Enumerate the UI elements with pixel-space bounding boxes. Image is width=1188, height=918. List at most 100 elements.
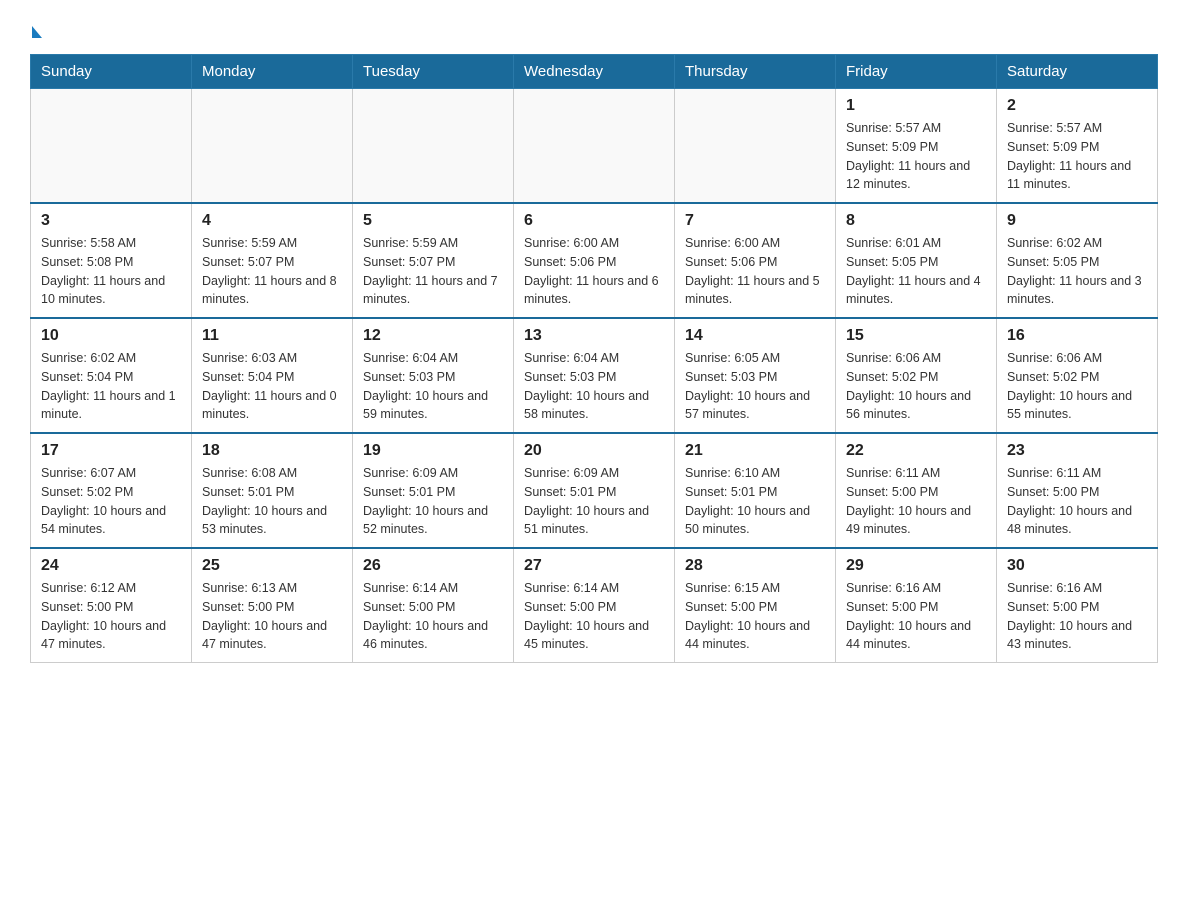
day-number: 17 xyxy=(41,442,181,460)
calendar-cell-week2-day0: 10 Sunrise: 6:02 AMSunset: 5:04 PMDayligh… xyxy=(31,318,192,433)
calendar-cell-week0-day0 xyxy=(31,89,192,204)
day-number: 3 xyxy=(41,212,181,230)
calendar-cell-week3-day2: 19Sunrise: 6:09 AMSunset: 5:01 PMDayligh… xyxy=(353,433,514,548)
day-number: 22 xyxy=(846,442,986,460)
day-info: Sunrise: 6:15 AMSunset: 5:00 PMDaylight:… xyxy=(685,579,825,654)
calendar-cell-week0-day5: 1 Sunrise: 5:57 AMSunset: 5:09 PMDaylight… xyxy=(836,89,997,204)
day-info: Sunrise: 5:59 AMSunset: 5:07 PMDaylight:… xyxy=(202,234,342,309)
calendar-cell-week3-day4: 21 Sunrise: 6:10 AMSunset: 5:01 PMDayligh… xyxy=(675,433,836,548)
calendar-cell-week4-day0: 24Sunrise: 6:12 AMSunset: 5:00 PMDayligh… xyxy=(31,548,192,663)
calendar-cell-week2-day4: 14 Sunrise: 6:05 AMSunset: 5:03 PMDayligh… xyxy=(675,318,836,433)
calendar-cell-week1-day5: 8Sunrise: 6:01 AMSunset: 5:05 PMDaylight… xyxy=(836,203,997,318)
day-info: Sunrise: 5:57 AMSunset: 5:09 PMDaylight:… xyxy=(1007,119,1147,194)
calendar-cell-week2-day1: 11 Sunrise: 6:03 AMSunset: 5:04 PMDayligh… xyxy=(192,318,353,433)
day-number: 25 xyxy=(202,557,342,575)
day-info: Sunrise: 6:11 AMSunset: 5:00 PMDaylight:… xyxy=(1007,464,1147,539)
calendar-row-2: 10 Sunrise: 6:02 AMSunset: 5:04 PMDayligh… xyxy=(31,318,1158,433)
calendar-cell-week3-day6: 23 Sunrise: 6:11 AMSunset: 5:00 PMDayligh… xyxy=(997,433,1158,548)
day-number: 14 xyxy=(685,327,825,345)
day-info: Sunrise: 6:06 AMSunset: 5:02 PMDaylight:… xyxy=(1007,349,1147,424)
calendar-row-4: 24Sunrise: 6:12 AMSunset: 5:00 PMDayligh… xyxy=(31,548,1158,663)
day-number: 12 xyxy=(363,327,503,345)
day-info: Sunrise: 6:05 AMSunset: 5:03 PMDaylight:… xyxy=(685,349,825,424)
calendar-cell-week3-day3: 20 Sunrise: 6:09 AMSunset: 5:01 PMDayligh… xyxy=(514,433,675,548)
header-friday: Friday xyxy=(836,55,997,89)
day-info: Sunrise: 6:13 AMSunset: 5:00 PMDaylight:… xyxy=(202,579,342,654)
calendar-cell-week0-day3 xyxy=(514,89,675,204)
calendar-cell-week0-day2 xyxy=(353,89,514,204)
calendar-cell-week4-day5: 29 Sunrise: 6:16 AMSunset: 5:00 PMDayligh… xyxy=(836,548,997,663)
day-info: Sunrise: 6:02 AMSunset: 5:05 PMDaylight:… xyxy=(1007,234,1147,309)
day-info: Sunrise: 6:09 AMSunset: 5:01 PMDaylight:… xyxy=(524,464,664,539)
calendar-row-1: 3 Sunrise: 5:58 AMSunset: 5:08 PMDaylight… xyxy=(31,203,1158,318)
header-tuesday: Tuesday xyxy=(353,55,514,89)
day-number: 20 xyxy=(524,442,664,460)
day-info: Sunrise: 6:04 AMSunset: 5:03 PMDaylight:… xyxy=(524,349,664,424)
day-number: 26 xyxy=(363,557,503,575)
day-info: Sunrise: 6:00 AMSunset: 5:06 PMDaylight:… xyxy=(685,234,825,309)
day-number: 19 xyxy=(363,442,503,460)
day-info: Sunrise: 6:06 AMSunset: 5:02 PMDaylight:… xyxy=(846,349,986,424)
day-number: 24 xyxy=(41,557,181,575)
day-number: 18 xyxy=(202,442,342,460)
day-info: Sunrise: 6:02 AMSunset: 5:04 PMDaylight:… xyxy=(41,349,181,424)
calendar-cell-week0-day1 xyxy=(192,89,353,204)
day-info: Sunrise: 6:10 AMSunset: 5:01 PMDaylight:… xyxy=(685,464,825,539)
calendar-cell-week4-day4: 28Sunrise: 6:15 AMSunset: 5:00 PMDayligh… xyxy=(675,548,836,663)
calendar-cell-week1-day1: 4 Sunrise: 5:59 AMSunset: 5:07 PMDaylight… xyxy=(192,203,353,318)
day-number: 23 xyxy=(1007,442,1147,460)
calendar-cell-week4-day6: 30 Sunrise: 6:16 AMSunset: 5:00 PMDayligh… xyxy=(997,548,1158,663)
weekday-header-row: Sunday Monday Tuesday Wednesday Thursday… xyxy=(31,55,1158,89)
day-number: 2 xyxy=(1007,97,1147,115)
calendar-cell-week2-day2: 12 Sunrise: 6:04 AMSunset: 5:03 PMDayligh… xyxy=(353,318,514,433)
calendar-row-0: 1 Sunrise: 5:57 AMSunset: 5:09 PMDaylight… xyxy=(31,89,1158,204)
day-info: Sunrise: 6:04 AMSunset: 5:03 PMDaylight:… xyxy=(363,349,503,424)
calendar-cell-week1-day3: 6Sunrise: 6:00 AMSunset: 5:06 PMDaylight… xyxy=(514,203,675,318)
calendar-row-3: 17 Sunrise: 6:07 AMSunset: 5:02 PMDayligh… xyxy=(31,433,1158,548)
day-number: 7 xyxy=(685,212,825,230)
day-number: 10 xyxy=(41,327,181,345)
day-number: 29 xyxy=(846,557,986,575)
header-thursday: Thursday xyxy=(675,55,836,89)
header-monday: Monday xyxy=(192,55,353,89)
day-number: 13 xyxy=(524,327,664,345)
calendar-cell-week1-day6: 9 Sunrise: 6:02 AMSunset: 5:05 PMDaylight… xyxy=(997,203,1158,318)
day-info: Sunrise: 6:01 AMSunset: 5:05 PMDaylight:… xyxy=(846,234,986,309)
calendar-cell-week2-day3: 13 Sunrise: 6:04 AMSunset: 5:03 PMDayligh… xyxy=(514,318,675,433)
day-number: 15 xyxy=(846,327,986,345)
day-number: 21 xyxy=(685,442,825,460)
day-number: 11 xyxy=(202,327,342,345)
logo xyxy=(30,30,42,34)
day-info: Sunrise: 6:14 AMSunset: 5:00 PMDaylight:… xyxy=(363,579,503,654)
day-number: 4 xyxy=(202,212,342,230)
day-number: 6 xyxy=(524,212,664,230)
day-info: Sunrise: 6:07 AMSunset: 5:02 PMDaylight:… xyxy=(41,464,181,539)
day-info: Sunrise: 6:16 AMSunset: 5:00 PMDaylight:… xyxy=(846,579,986,654)
day-info: Sunrise: 6:14 AMSunset: 5:00 PMDaylight:… xyxy=(524,579,664,654)
day-info: Sunrise: 6:03 AMSunset: 5:04 PMDaylight:… xyxy=(202,349,342,424)
page-header xyxy=(30,30,1158,34)
calendar-cell-week1-day4: 7 Sunrise: 6:00 AMSunset: 5:06 PMDaylight… xyxy=(675,203,836,318)
header-saturday: Saturday xyxy=(997,55,1158,89)
day-number: 16 xyxy=(1007,327,1147,345)
calendar-cell-week3-day0: 17 Sunrise: 6:07 AMSunset: 5:02 PMDayligh… xyxy=(31,433,192,548)
calendar-cell-week4-day3: 27 Sunrise: 6:14 AMSunset: 5:00 PMDayligh… xyxy=(514,548,675,663)
calendar-cell-week1-day0: 3 Sunrise: 5:58 AMSunset: 5:08 PMDaylight… xyxy=(31,203,192,318)
day-info: Sunrise: 6:16 AMSunset: 5:00 PMDaylight:… xyxy=(1007,579,1147,654)
calendar-cell-week0-day6: 2 Sunrise: 5:57 AMSunset: 5:09 PMDaylight… xyxy=(997,89,1158,204)
day-number: 30 xyxy=(1007,557,1147,575)
calendar-cell-week4-day2: 26 Sunrise: 6:14 AMSunset: 5:00 PMDayligh… xyxy=(353,548,514,663)
calendar-cell-week2-day6: 16 Sunrise: 6:06 AMSunset: 5:02 PMDayligh… xyxy=(997,318,1158,433)
calendar-cell-week3-day1: 18Sunrise: 6:08 AMSunset: 5:01 PMDayligh… xyxy=(192,433,353,548)
day-number: 27 xyxy=(524,557,664,575)
calendar-cell-week1-day2: 5Sunrise: 5:59 AMSunset: 5:07 PMDaylight… xyxy=(353,203,514,318)
calendar-cell-week3-day5: 22Sunrise: 6:11 AMSunset: 5:00 PMDayligh… xyxy=(836,433,997,548)
day-info: Sunrise: 5:58 AMSunset: 5:08 PMDaylight:… xyxy=(41,234,181,309)
header-sunday: Sunday xyxy=(31,55,192,89)
calendar-cell-week4-day1: 25 Sunrise: 6:13 AMSunset: 5:00 PMDayligh… xyxy=(192,548,353,663)
day-number: 5 xyxy=(363,212,503,230)
day-number: 9 xyxy=(1007,212,1147,230)
logo-arrow-icon xyxy=(32,26,42,38)
day-number: 1 xyxy=(846,97,986,115)
day-info: Sunrise: 5:57 AMSunset: 5:09 PMDaylight:… xyxy=(846,119,986,194)
